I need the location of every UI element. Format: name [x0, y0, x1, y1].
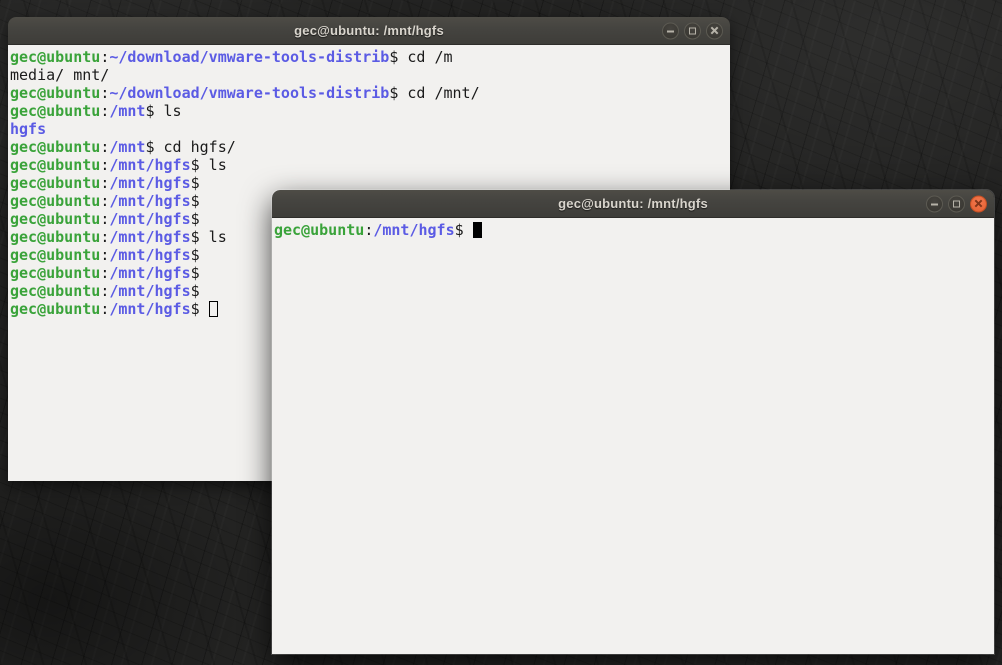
terminal-line: gec@ubuntu:/mnt/hgfs$	[274, 221, 992, 239]
terminal-text: :	[100, 228, 109, 246]
terminal-line: gec@ubuntu:~/download/vmware-tools-distr…	[10, 84, 728, 102]
window-title: gec@ubuntu: /mnt/hgfs	[294, 23, 444, 38]
terminal-text: gec@ubuntu	[10, 282, 100, 300]
terminal-text: $	[191, 246, 200, 264]
terminal-text: :	[100, 210, 109, 228]
terminal-text: :	[100, 84, 109, 102]
terminal-text: /mnt/hgfs	[109, 228, 190, 246]
terminal-text: :	[364, 221, 373, 239]
terminal-window-front[interactable]: gec@ubuntu: /mnt/hgfs gec@ubuntu:/mnt/hg…	[272, 190, 994, 654]
terminal-text: :	[100, 138, 109, 156]
terminal-text: /mnt/hgfs	[109, 156, 190, 174]
terminal-text: $	[191, 192, 200, 210]
terminal-text: gec@ubuntu	[10, 228, 100, 246]
terminal-text: $ ls	[191, 156, 227, 174]
terminal-text: $	[191, 174, 200, 192]
terminal-text: :	[100, 174, 109, 192]
terminal-line: media/ mnt/	[10, 66, 728, 84]
terminal-text: ~/download/vmware-tools-distrib	[109, 48, 389, 66]
terminal-text: media/ mnt/	[10, 66, 109, 84]
minimize-button-icon[interactable]	[926, 195, 943, 212]
terminal-output[interactable]: gec@ubuntu:/mnt/hgfs$	[272, 218, 994, 654]
titlebar[interactable]: gec@ubuntu: /mnt/hgfs	[8, 17, 730, 45]
terminal-text: /mnt/hgfs	[109, 264, 190, 282]
terminal-text: gec@ubuntu	[10, 192, 100, 210]
terminal-text: gec@ubuntu	[10, 300, 100, 318]
terminal-text: $	[191, 210, 200, 228]
terminal-cursor	[209, 301, 218, 317]
terminal-line: gec@ubuntu:~/download/vmware-tools-distr…	[10, 48, 728, 66]
maximize-button-icon[interactable]	[684, 22, 701, 39]
terminal-text: :	[100, 192, 109, 210]
terminal-text: /mnt/hgfs	[109, 210, 190, 228]
maximize-button-icon[interactable]	[948, 195, 965, 212]
terminal-text: gec@ubuntu	[10, 156, 100, 174]
terminal-text: gec@ubuntu	[274, 221, 364, 239]
terminal-text: :	[100, 300, 109, 318]
minimize-button-icon[interactable]	[662, 22, 679, 39]
terminal-text: $	[455, 221, 473, 239]
terminal-text: $	[191, 264, 200, 282]
terminal-text: $ ls	[191, 228, 227, 246]
close-button-icon[interactable]	[970, 195, 987, 212]
terminal-text: /mnt/hgfs	[109, 174, 190, 192]
terminal-text: /mnt/hgfs	[109, 282, 190, 300]
titlebar[interactable]: gec@ubuntu: /mnt/hgfs	[272, 190, 994, 218]
terminal-text: $ ls	[145, 102, 181, 120]
terminal-text: gec@ubuntu	[10, 246, 100, 264]
terminal-text: /mnt/hgfs	[109, 300, 190, 318]
terminal-text: gec@ubuntu	[10, 210, 100, 228]
terminal-text: :	[100, 282, 109, 300]
desktop: { "colors": { "green": "#3aa33a", "blue"…	[0, 0, 1002, 665]
terminal-text: /mnt	[109, 102, 145, 120]
terminal-text: $ cd /mnt/	[389, 84, 479, 102]
window-controls	[926, 195, 987, 212]
window-controls	[662, 22, 723, 39]
terminal-text: gec@ubuntu	[10, 102, 100, 120]
window-title: gec@ubuntu: /mnt/hgfs	[558, 196, 708, 211]
terminal-text: :	[100, 102, 109, 120]
terminal-text: gec@ubuntu	[10, 48, 100, 66]
terminal-line: gec@ubuntu:/mnt$ ls	[10, 102, 728, 120]
terminal-line: gec@ubuntu:/mnt$ cd hgfs/	[10, 138, 728, 156]
terminal-text: /mnt/hgfs	[109, 192, 190, 210]
terminal-text: gec@ubuntu	[10, 84, 100, 102]
terminal-text: gec@ubuntu	[10, 174, 100, 192]
terminal-text: :	[100, 48, 109, 66]
terminal-text: :	[100, 264, 109, 282]
terminal-text: ~/download/vmware-tools-distrib	[109, 84, 389, 102]
terminal-text: :	[100, 156, 109, 174]
close-button-icon[interactable]	[706, 22, 723, 39]
terminal-text: hgfs	[10, 120, 46, 138]
terminal-text: /mnt	[109, 138, 145, 156]
terminal-text: $ cd hgfs/	[145, 138, 235, 156]
terminal-text: :	[100, 246, 109, 264]
terminal-text: gec@ubuntu	[10, 264, 100, 282]
terminal-text: $	[191, 282, 200, 300]
terminal-text: gec@ubuntu	[10, 138, 100, 156]
terminal-text: $	[191, 300, 209, 318]
terminal-text: /mnt/hgfs	[109, 246, 190, 264]
terminal-line: hgfs	[10, 120, 728, 138]
terminal-text: $ cd /m	[389, 48, 452, 66]
terminal-line: gec@ubuntu:/mnt/hgfs$ ls	[10, 156, 728, 174]
terminal-cursor	[473, 222, 482, 238]
terminal-text: /mnt/hgfs	[373, 221, 454, 239]
